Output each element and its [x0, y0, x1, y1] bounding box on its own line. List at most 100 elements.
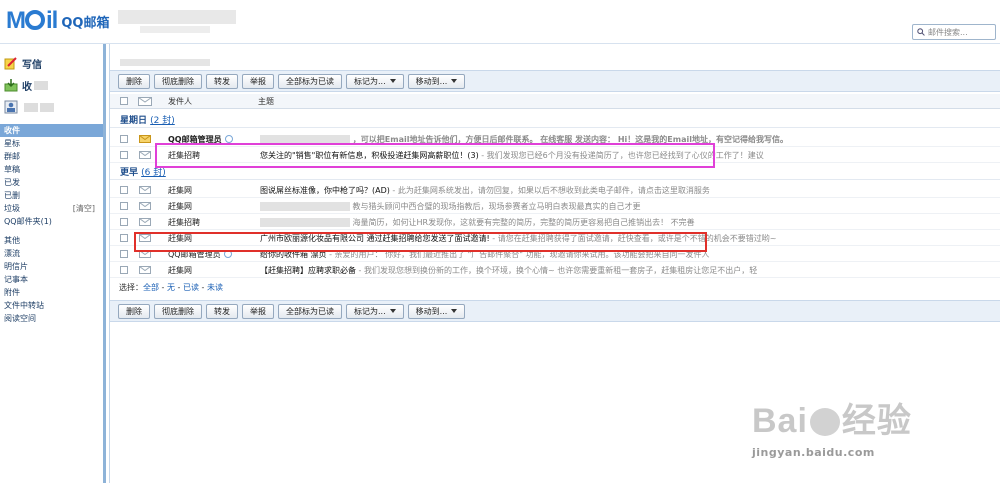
group-sunday: 星期日 (2 封) — [110, 114, 1000, 128]
forward-button[interactable]: 转发 — [206, 73, 238, 89]
row-checkbox[interactable] — [120, 234, 128, 242]
mark-as-label: 标记为... — [354, 306, 386, 316]
delete-button[interactable]: 删除 — [118, 303, 150, 319]
subject-column-header[interactable]: 主题 — [258, 96, 274, 107]
sidebar-item-4[interactable]: 已发 — [0, 176, 103, 189]
sidebar-item-label: 附件 — [4, 288, 20, 297]
redacted — [24, 102, 38, 112]
email-row[interactable]: 赶集网 教与猎头顾问中西合璧的现场指教后，现场参赛者立马明白表现最真实的自己才更 — [110, 198, 1000, 214]
sender-column-header[interactable]: 发件人 — [168, 96, 192, 107]
sidebar-item-2[interactable]: 明信片 — [0, 260, 103, 273]
sidebar-item-6[interactable]: 垃圾 [清空] — [0, 202, 103, 215]
move-to-dropdown[interactable]: 移动到... — [407, 73, 466, 89]
bottom-toolbar: 删除 彻底删除 转发 举报 全部标为已读 标记为... 移动到... — [110, 300, 1000, 322]
sidebar-item-label: 收件 — [4, 126, 20, 135]
email-sender: 赶集网 — [168, 266, 192, 275]
row-checkbox[interactable] — [120, 135, 128, 143]
account-email-redacted — [140, 26, 210, 33]
read-envelope-icon — [139, 218, 151, 226]
watermark-url: jingyan.baidu.com — [752, 446, 875, 459]
row-checkbox[interactable] — [120, 218, 128, 226]
clear-trash-link[interactable]: [清空] — [73, 202, 95, 215]
mark-as-dropdown[interactable]: 标记为... — [346, 303, 404, 319]
sidebar-item-0[interactable]: 其他 — [0, 234, 103, 247]
sidebar-item-3[interactable]: 记事本 — [0, 273, 103, 286]
mark-as-dropdown[interactable]: 标记为... — [346, 73, 404, 89]
sidebar-item-7[interactable]: QQ邮件夹(1) — [0, 215, 103, 228]
sidebar-item-5[interactable]: 已删 — [0, 189, 103, 202]
email-row[interactable]: 赶集招聘 海量简历，如何让HR发现你，这就要有完整的简历，完整的简历更容易把自己… — [110, 214, 1000, 230]
group-title: 更早 — [120, 168, 139, 178]
qq-mail-logo[interactable]: Mil QQ邮箱 — [6, 6, 109, 36]
report-button[interactable]: 举报 — [242, 73, 274, 89]
inbox-link[interactable]: 收 — [0, 74, 103, 96]
email-row[interactable]: 赶集网 图说屌丝标准像，你中枪了吗？(AD) - 此为赶集网系统发出，请勿回复，如… — [110, 182, 1000, 198]
pencil-icon — [4, 57, 17, 70]
sidebar-item-6[interactable]: 阅读空间 — [0, 312, 103, 325]
sidebar-item-label: 其他 — [4, 236, 20, 245]
email-row[interactable]: 赶集网 【赶集招聘】应聘求职必备 - 我们发现您想到换份新的工作，换个环境，换个心… — [110, 262, 1000, 278]
contacts-icon — [4, 100, 18, 114]
sidebar-item-label: 已发 — [4, 178, 20, 187]
select-all-checkbox[interactable] — [120, 97, 128, 105]
row-checkbox[interactable] — [120, 250, 128, 258]
sidebar-item-2[interactable]: 群邮 — [0, 150, 103, 163]
email-sender: 赶集招聘 — [168, 218, 200, 227]
sidebar-item-0[interactable]: 收件 — [0, 124, 103, 137]
select-all-link[interactable]: 全部 — [143, 283, 159, 292]
delete-button[interactable]: 删除 — [118, 73, 150, 89]
email-subject: 教与猎头顾问中西合璧的现场指教后，现场参赛者立马明白表现最真实的自己才更 — [260, 201, 820, 212]
redacted — [40, 102, 54, 112]
row-checkbox[interactable] — [120, 266, 128, 274]
sidebar-item-4[interactable]: 附件 — [0, 286, 103, 299]
select-read-link[interactable]: 已读 — [183, 283, 199, 292]
perm-delete-button[interactable]: 彻底删除 — [154, 73, 202, 89]
group-count[interactable]: (2 封) — [150, 116, 175, 126]
select-none-link[interactable]: 无 — [167, 283, 175, 292]
inbox-icon — [4, 79, 18, 92]
left-sidebar: 写信 收 收件星标群邮 草稿已发已删垃圾 [清空] QQ邮件夹(1) 其他漂流明信片记… — [0, 44, 106, 483]
select-unread-link[interactable]: 未读 — [207, 283, 223, 292]
group-earlier: 更早 (6 封) — [110, 166, 1000, 180]
perm-delete-button[interactable]: 彻底删除 — [154, 303, 202, 319]
sidebar-item-label: 垃圾 — [4, 204, 20, 213]
row-checkbox[interactable] — [120, 151, 128, 159]
read-envelope-icon — [139, 151, 151, 159]
mark-all-read-button[interactable]: 全部标为已读 — [278, 73, 342, 89]
search-input[interactable]: 邮件搜索... — [912, 24, 996, 40]
logo-text: QQ邮箱 — [61, 15, 110, 31]
row-checkbox[interactable] — [120, 202, 128, 210]
compose-link[interactable]: 写信 — [0, 52, 103, 74]
inbox-label: 收 — [22, 81, 32, 93]
logo-mark: Mil — [6, 7, 58, 34]
sidebar-item-1[interactable]: 星标 — [0, 137, 103, 150]
read-envelope-icon — [139, 202, 151, 210]
mark-all-read-button[interactable]: 全部标为已读 — [278, 303, 342, 319]
sidebar-item-3[interactable]: 草稿 — [0, 163, 103, 176]
search-icon — [917, 28, 925, 36]
redacted — [260, 218, 350, 227]
sidebar-item-label: 阅读空间 — [4, 314, 36, 323]
sidebar-item-label: 文件中转站 — [4, 301, 44, 310]
sidebar-item-label: 记事本 — [4, 275, 28, 284]
redacted — [260, 202, 350, 211]
sidebar-item-label: QQ邮件夹(1) — [4, 217, 52, 226]
sidebar-item-1[interactable]: 漂流 — [0, 247, 103, 260]
email-sender: 赶集网 — [168, 202, 192, 211]
email-subject: 图说屌丝标准像，你中枪了吗？(AD) - 此为赶集网系统发出，请勿回复，如果以后… — [260, 186, 710, 195]
email-preview: - 此为赶集网系统发出，请勿回复，如果以后不想收到此类电子邮件，请点击这里取消服… — [392, 186, 710, 195]
move-to-label: 移动到... — [415, 306, 448, 316]
baidu-watermark: Bai 经验 jingyan.baidu.com — [752, 393, 992, 463]
group-count[interactable]: (6 封) — [141, 168, 166, 178]
email-subject: 【赶集招聘】应聘求职必备 - 我们发现您想到换份新的工作，换个环境，换个心情~ … — [260, 266, 758, 275]
unread-envelope-icon — [139, 135, 151, 143]
row-checkbox[interactable] — [120, 186, 128, 194]
sidebar-item-label: 明信片 — [4, 262, 28, 271]
move-to-dropdown[interactable]: 移动到... — [407, 303, 466, 319]
email-preview: 教与猎头顾问中西合璧的现场指教后，现场参赛者立马明白表现最真实的自己才更 — [352, 202, 641, 211]
contacts-link[interactable] — [0, 96, 103, 118]
sidebar-item-5[interactable]: 文件中转站 — [0, 299, 103, 312]
sidebar-item-label: 星标 — [4, 139, 20, 148]
forward-button[interactable]: 转发 — [206, 303, 238, 319]
report-button[interactable]: 举报 — [242, 303, 274, 319]
